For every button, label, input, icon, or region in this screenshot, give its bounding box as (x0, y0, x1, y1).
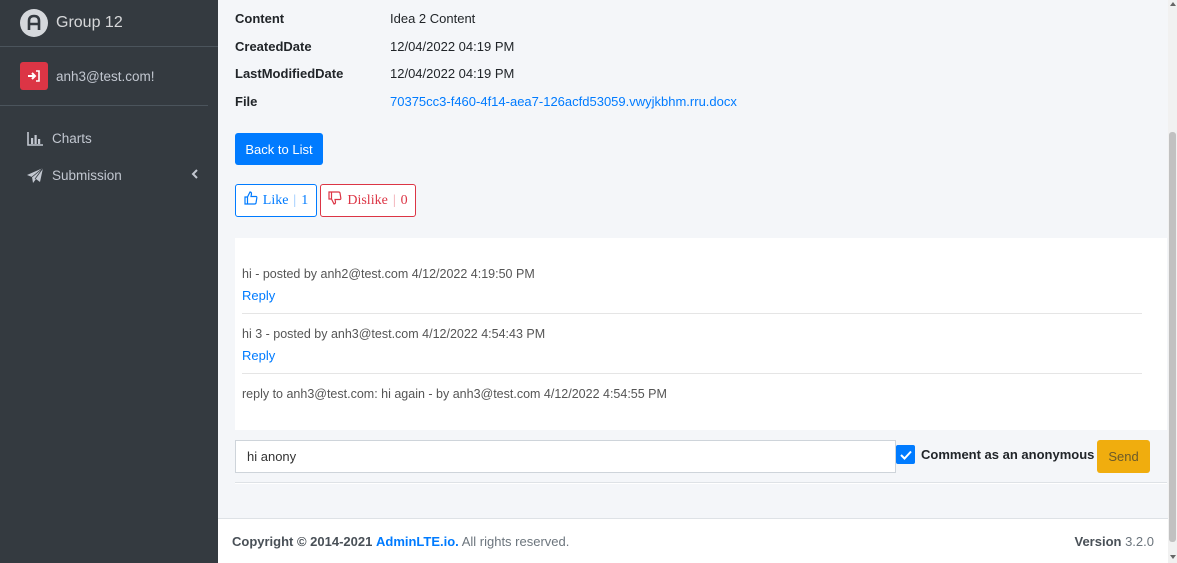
detail-label: LastModifiedDate (235, 66, 344, 82)
version-label: Version (1074, 533, 1122, 549)
scroll-up-arrow-icon[interactable] (1170, 2, 1176, 6)
comments-card: hi - posted by anh2@test.com 4/12/2022 4… (235, 238, 1167, 484)
version-value: 3.2.0 (1125, 533, 1154, 549)
scrollbar-thumb[interactable] (1169, 132, 1176, 542)
vote-buttons: Like | 1 Dislike | 0 (235, 184, 416, 217)
like-button[interactable]: Like | 1 (235, 184, 317, 217)
detail-row-file: File 70375cc3-f460-4f14-aea7-126acfd5305… (235, 88, 737, 116)
adminlte-logo-icon (20, 9, 48, 37)
comment-text: hi - posted by anh2@test.com 4/12/2022 4… (242, 267, 535, 281)
comment-divider (242, 373, 1142, 374)
sign-out-icon[interactable] (20, 62, 48, 90)
anonymous-label[interactable]: Comment as an anonymous ? (921, 447, 1106, 462)
detail-label: CreatedDate (235, 38, 312, 54)
detail-row-modified: LastModifiedDate 12/04/2022 04:19 PM (235, 60, 737, 88)
user-name[interactable]: anh3@test.com! (56, 69, 155, 84)
dislike-count: 0 (400, 192, 408, 208)
sidebar-item-label: Charts (52, 131, 92, 146)
adminlte-link[interactable]: AdminLTE.io. (376, 534, 459, 549)
version: Version 3.2.0 (1074, 534, 1154, 549)
detail-value: 12/04/2022 04:19 PM (390, 38, 515, 54)
like-count: 1 (301, 192, 309, 208)
like-separator: | (293, 192, 297, 208)
chevron-left-icon[interactable] (191, 168, 198, 182)
thumbs-down-icon (328, 191, 342, 210)
anonymous-checkbox[interactable] (896, 445, 915, 464)
comment-item: hi 3 - posted by anh3@test.com 4/12/2022… (242, 327, 1142, 363)
comment-divider (242, 313, 1142, 314)
file-download-link[interactable]: 70375cc3-f460-4f14-aea7-126acfd53059.vwy… (390, 94, 737, 109)
reply-link[interactable]: Reply (242, 348, 1142, 363)
sidebar-nav: Charts Submission (0, 106, 218, 194)
copyright-prefix: Copyright © 2014-2021 (232, 533, 373, 549)
rights-text: All rights reserved. (461, 533, 570, 549)
comment-input[interactable] (235, 440, 896, 473)
sidebar-item-label: Submission (52, 168, 122, 183)
detail-label: Content (235, 11, 285, 27)
copyright: Copyright © 2014-2021 AdminLTE.io. All r… (232, 534, 569, 549)
comment-text: reply to anh3@test.com: hi again - by an… (242, 387, 667, 401)
detail-row-content: Content Idea 2 Content (235, 5, 737, 33)
detail-row-created: CreatedDate 12/04/2022 04:19 PM (235, 33, 737, 61)
reply-link[interactable]: Reply (242, 288, 1142, 303)
like-label: Like (262, 192, 289, 208)
brand-title: Group 12 (56, 14, 123, 31)
sidebar: Group 12 anh3@test.com! Charts Submissio… (0, 0, 218, 563)
vertical-scrollbar[interactable] (1168, 0, 1177, 563)
detail-value: 12/04/2022 04:19 PM (390, 66, 515, 82)
thumbs-up-icon (244, 191, 258, 210)
detail-value: Idea 2 Content (390, 11, 476, 27)
comment-form: Comment as an anonymous ? Send (235, 430, 1167, 483)
bar-chart-icon (26, 131, 44, 147)
footer: Copyright © 2014-2021 AdminLTE.io. All r… (218, 518, 1168, 563)
sidebar-item-charts[interactable]: Charts (0, 120, 218, 157)
main-content: Content Idea 2 Content CreatedDate 12/04… (218, 0, 1168, 563)
comment-item: hi - posted by anh2@test.com 4/12/2022 4… (242, 267, 1142, 303)
sidebar-item-submission[interactable]: Submission (0, 157, 218, 194)
brand-link[interactable]: Group 12 (0, 0, 218, 47)
user-panel[interactable]: anh3@test.com! (0, 47, 208, 106)
comment-item: reply to anh3@test.com: hi again - by an… (242, 387, 1142, 401)
dislike-label: Dislike (347, 192, 388, 208)
comment-text: hi 3 - posted by anh3@test.com 4/12/2022… (242, 327, 546, 341)
dislike-button[interactable]: Dislike | 0 (320, 184, 416, 217)
dislike-separator: | (392, 192, 396, 208)
back-to-list-button[interactable]: Back to List (235, 133, 323, 165)
idea-details: Content Idea 2 Content CreatedDate 12/04… (235, 5, 737, 115)
detail-label: File (235, 93, 258, 109)
paper-plane-icon (26, 167, 44, 184)
send-button[interactable]: Send (1097, 440, 1150, 473)
scroll-down-arrow-icon[interactable] (1170, 555, 1176, 559)
